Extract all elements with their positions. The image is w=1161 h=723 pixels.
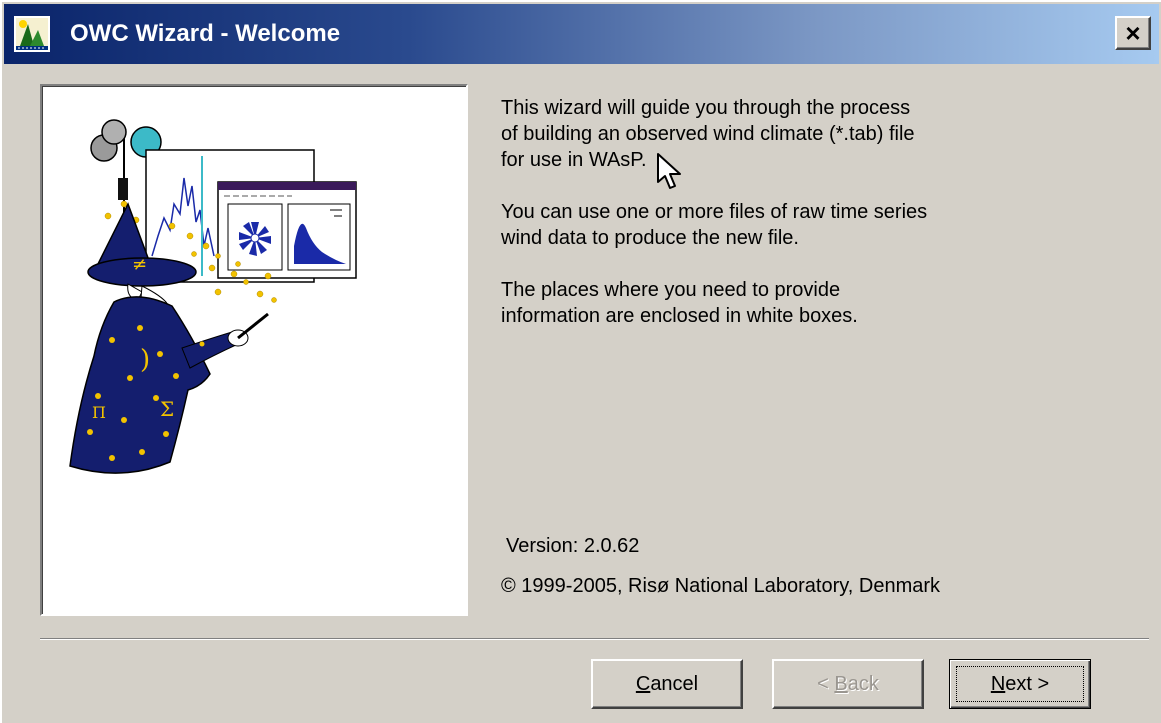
hat-symbol: ≠ bbox=[132, 254, 147, 275]
wizard-illustration: ≠ ) Σ Π bbox=[69, 119, 357, 474]
close-icon: × bbox=[1125, 17, 1141, 48]
intro-paragraph-1: This wizard will guide you through the p… bbox=[501, 97, 915, 171]
button-separator bbox=[40, 638, 1149, 640]
next-button[interactable]: Next > bbox=[949, 659, 1091, 709]
robe-symbol-pi: Π bbox=[92, 403, 106, 422]
back-button[interactable]: < Back bbox=[772, 659, 924, 709]
version-label: Version: 2.0.62 bbox=[506, 535, 640, 557]
cancel-label: ancel bbox=[650, 672, 699, 695]
close-button[interactable]: × bbox=[1115, 16, 1151, 50]
wizard-app-icon bbox=[14, 16, 50, 52]
window-title: OWC Wizard - Welcome bbox=[70, 20, 341, 47]
intro-text: This wizard will guide you through the p… bbox=[501, 95, 1121, 355]
back-prefix: < bbox=[817, 672, 835, 695]
title-bar[interactable]: OWC Wizard - Welcome × bbox=[4, 4, 1159, 64]
robe-symbol-moon: ) bbox=[140, 345, 150, 375]
cancel-mnemonic: C bbox=[635, 672, 651, 695]
focus-rectangle bbox=[956, 666, 1084, 702]
mouse-cursor-icon bbox=[657, 153, 681, 189]
intro-paragraph-2: You can use one or more files of raw tim… bbox=[501, 201, 928, 249]
owc-wizard-window: OWC Wizard - Welcome × ≠) Σ Π This wiza… bbox=[0, 0, 1161, 723]
copyright-label: © 1999-2005, Risø National Laboratory, D… bbox=[501, 575, 941, 597]
robe-symbol-sigma: Σ bbox=[160, 397, 174, 421]
back-mnemonic: B bbox=[834, 672, 848, 695]
back-label: ack bbox=[847, 672, 879, 695]
intro-paragraph-3: The places where you need to provide inf… bbox=[501, 279, 858, 327]
cancel-button[interactable]: Cancel bbox=[591, 659, 743, 709]
wizard-illustration-panel: ≠ ) Σ Π bbox=[40, 84, 468, 616]
